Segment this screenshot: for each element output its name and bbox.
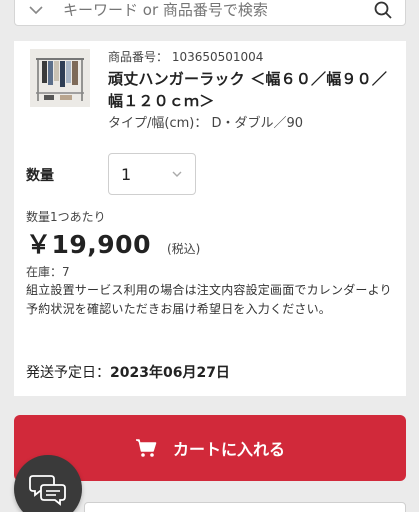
- shipping-label: 発送予定日：: [26, 365, 110, 381]
- price-amount: ￥19,900: [26, 230, 151, 259]
- product-type: タイプ/幅(cm)： D・ダブル／90: [108, 116, 304, 131]
- unit-note: 数量1つあたり: [26, 210, 106, 224]
- search-input[interactable]: [63, 1, 373, 19]
- shipping-date: 発送予定日：2023年06月27日: [26, 362, 230, 382]
- cart-icon: [135, 439, 157, 457]
- shipping-date-value: 2023年06月27日: [110, 365, 230, 381]
- product-title: 頑丈ハンガーラック ＜幅６０／幅９０／幅１２０ｃｍ＞: [108, 70, 388, 110]
- chevron-down-icon: [172, 171, 182, 177]
- quantity-label: 数量: [26, 168, 54, 184]
- chevron-down-icon[interactable]: [27, 1, 45, 19]
- assembly-note: 組立設置サービス利用の場合は注文内容設定画面でカレンダーより予約状況を確認いただ…: [26, 283, 392, 316]
- hanger-rack-image: [30, 49, 90, 107]
- price: ￥19,900 (税込): [26, 225, 200, 261]
- stock-count: 在庫：7: [26, 265, 70, 279]
- product-thumbnail[interactable]: [30, 49, 90, 107]
- add-to-cart-label: カートに入れる: [172, 440, 285, 459]
- search-icon[interactable]: [373, 0, 393, 20]
- product-card: 商品番号： 103650501004 頑丈ハンガーラック ＜幅６０／幅９０／幅１…: [14, 41, 406, 396]
- secondary-button[interactable]: [84, 502, 406, 512]
- chat-icon: [29, 475, 66, 506]
- quantity-value: 1: [121, 164, 132, 184]
- tax-note: (税込): [166, 242, 201, 256]
- search-bar[interactable]: [14, 0, 406, 26]
- product-number: 商品番号： 103650501004: [108, 50, 264, 64]
- quantity-select[interactable]: 1: [108, 153, 196, 195]
